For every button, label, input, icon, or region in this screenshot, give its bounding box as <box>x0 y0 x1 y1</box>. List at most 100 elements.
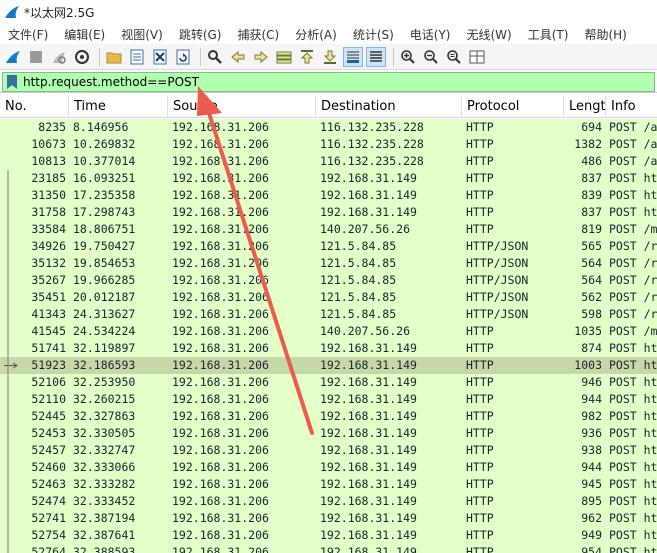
menu-file[interactable]: 文件(F) <box>0 26 56 43</box>
packet-row[interactable]: 52457 32.332747 192.168.31.206 192.168.31.1… <box>0 442 657 459</box>
packet-source: 192.168.31.206 <box>172 324 269 338</box>
toolbar-separator <box>200 47 201 66</box>
column-destination[interactable]: Destination <box>316 96 462 118</box>
packet-list[interactable]: 8235 8.146956 192.168.31.206 116.132.235.22… <box>0 119 657 553</box>
save-file-button[interactable] <box>127 47 147 67</box>
packet-source: 192.168.31.206 <box>172 341 269 355</box>
column-protocol[interactable]: Protocol <box>462 96 564 118</box>
packet-row[interactable]: 52106 32.253950 192.168.31.206 192.168.31.1… <box>0 374 657 391</box>
packet-time: 32.119897 <box>73 341 136 355</box>
packet-row[interactable]: 52460 32.333066 192.168.31.206 192.168.31.1… <box>0 459 657 476</box>
packet-row[interactable]: 52764 32.388593 192.168.31.206 192.168.31.1… <box>0 544 657 553</box>
packet-info: POST /m <box>609 222 657 236</box>
packet-destination: 121.5.84.85 <box>320 239 397 253</box>
start-capture-button[interactable] <box>3 47 23 67</box>
packet-row[interactable]: 35451 20.012187 192.168.31.206 121.5.84.85 H… <box>0 289 657 306</box>
packet-row[interactable]: 23185 16.093251 192.168.31.206 192.168.31.1… <box>0 170 657 187</box>
auto-scroll-button[interactable] <box>343 46 363 67</box>
packet-protocol: HTTP/JSON <box>466 256 529 270</box>
restart-capture-button[interactable] <box>49 47 69 67</box>
menu-bar: 文件(F) 编辑(E) 视图(V) 跳转(G) 捕获(C) 分析(A) 统计(S… <box>0 24 657 44</box>
packet-row[interactable]: 41343 24.313627 192.168.31.206 121.5.84.85 H… <box>0 306 657 323</box>
bookmark-icon[interactable] <box>6 75 18 89</box>
packet-source: 192.168.31.206 <box>172 545 269 553</box>
menu-telephony[interactable]: 电话(Y) <box>402 26 459 43</box>
capture-options-button[interactable] <box>72 47 92 67</box>
related-packet-line-icon <box>7 170 9 187</box>
go-to-packet-button[interactable] <box>274 47 294 67</box>
resize-columns-button[interactable] <box>467 47 487 67</box>
packet-row[interactable]: 33584 18.806751 192.168.31.206 140.207.56.2… <box>0 221 657 238</box>
packet-row[interactable]: 35267 19.966285 192.168.31.206 121.5.84.85 H… <box>0 272 657 289</box>
last-packet-button[interactable] <box>320 47 340 67</box>
packet-length: 564 <box>581 273 602 287</box>
related-packet-line-icon <box>7 493 9 510</box>
packet-row[interactable]: 8235 8.146956 192.168.31.206 116.132.235.22… <box>0 119 657 136</box>
packet-destination: 192.168.31.149 <box>320 477 417 491</box>
open-file-button[interactable] <box>104 47 124 67</box>
column-no[interactable]: No. <box>0 96 69 118</box>
stop-capture-button[interactable] <box>26 47 46 67</box>
related-packet-line-icon <box>7 476 9 493</box>
packet-row[interactable]: 52741 32.387194 192.168.31.206 192.168.31.1… <box>0 510 657 527</box>
packet-destination: 192.168.31.149 <box>320 460 417 474</box>
packet-row[interactable]: 34926 19.750427 192.168.31.206 121.5.84.85 H… <box>0 238 657 255</box>
column-info[interactable]: Info <box>606 96 657 118</box>
column-source[interactable]: Source <box>168 96 316 118</box>
related-packet-line-icon <box>7 544 9 553</box>
packet-row[interactable]: 41545 24.534224 192.168.31.206 140.207.56.2… <box>0 323 657 340</box>
packet-info: POST ht <box>609 511 657 525</box>
packet-destination: 140.207.56.26 <box>320 222 411 236</box>
packet-row[interactable]: 51741 32.119897 192.168.31.206 192.168.31.1… <box>0 340 657 357</box>
menu-analyze[interactable]: 分析(A) <box>287 26 345 43</box>
packet-destination: 192.168.31.149 <box>320 358 417 372</box>
packet-protocol: HTTP <box>466 494 494 508</box>
menu-help[interactable]: 帮助(H) <box>576 26 634 43</box>
go-back-button[interactable] <box>228 47 248 67</box>
packet-length: 895 <box>581 494 602 508</box>
menu-edit[interactable]: 编辑(E) <box>56 26 113 43</box>
packet-row[interactable]: 51923 32.186593 192.168.31.206 192.168.31.1… <box>0 357 657 374</box>
packet-time: 32.333066 <box>73 460 136 474</box>
packet-destination: 192.168.31.149 <box>320 341 417 355</box>
stop-icon <box>30 50 42 63</box>
menu-go[interactable]: 跳转(G) <box>171 26 230 43</box>
packet-row[interactable]: 35132 19.854653 192.168.31.206 121.5.84.85 H… <box>0 255 657 272</box>
close-file-button[interactable] <box>150 47 170 67</box>
packet-row[interactable]: 52474 32.333452 192.168.31.206 192.168.31.1… <box>0 493 657 510</box>
packet-row[interactable]: 52445 32.327863 192.168.31.206 192.168.31.1… <box>0 408 657 425</box>
packet-protocol: HTTP <box>466 171 494 185</box>
column-length[interactable]: Lengt <box>564 96 606 118</box>
go-forward-button[interactable] <box>251 47 271 67</box>
packet-length: 564 <box>581 256 602 270</box>
colorize-button[interactable] <box>366 46 386 67</box>
menu-view[interactable]: 视图(V) <box>113 26 171 43</box>
packet-protocol: HTTP <box>466 154 494 168</box>
first-packet-button[interactable] <box>297 47 317 67</box>
menu-capture[interactable]: 捕获(C) <box>229 26 287 43</box>
find-packet-button[interactable] <box>205 47 225 67</box>
packet-row[interactable]: 52754 32.387641 192.168.31.206 192.168.31.1… <box>0 527 657 544</box>
packet-row[interactable]: 31350 17.235358 192.168.31.206 192.168.31.1… <box>0 187 657 204</box>
column-time[interactable]: Time <box>69 96 168 118</box>
packet-row[interactable]: 10673 10.269832 192.168.31.206 116.132.235.… <box>0 136 657 153</box>
related-packet-line-icon <box>7 221 9 238</box>
menu-statistics[interactable]: 统计(S) <box>345 26 402 43</box>
menu-wireless[interactable]: 无线(W) <box>459 26 520 43</box>
close-file-icon <box>153 49 167 64</box>
packet-destination: 116.132.235.228 <box>320 154 424 168</box>
zoom-reset-button[interactable] <box>444 47 464 67</box>
zoom-in-button[interactable] <box>398 47 418 67</box>
packet-row[interactable]: 10813 10.377014 192.168.31.206 116.132.235.… <box>0 153 657 170</box>
packet-info: POST ht <box>609 494 657 508</box>
packet-row[interactable]: 52453 32.330505 192.168.31.206 192.168.31.1… <box>0 425 657 442</box>
packet-row[interactable]: 31758 17.298743 192.168.31.206 192.168.31.1… <box>0 204 657 221</box>
reload-file-button[interactable] <box>173 47 193 67</box>
packet-row[interactable]: 52463 32.333282 192.168.31.206 192.168.31.1… <box>0 476 657 493</box>
packet-destination: 192.168.31.149 <box>320 205 417 219</box>
display-filter-input[interactable]: http.request.method==POST <box>2 72 655 92</box>
menu-tools[interactable]: 工具(T) <box>520 26 577 43</box>
zoom-out-button[interactable] <box>421 47 441 67</box>
related-packet-line-icon <box>7 238 9 255</box>
packet-row[interactable]: 52110 32.260215 192.168.31.206 192.168.31.1… <box>0 391 657 408</box>
